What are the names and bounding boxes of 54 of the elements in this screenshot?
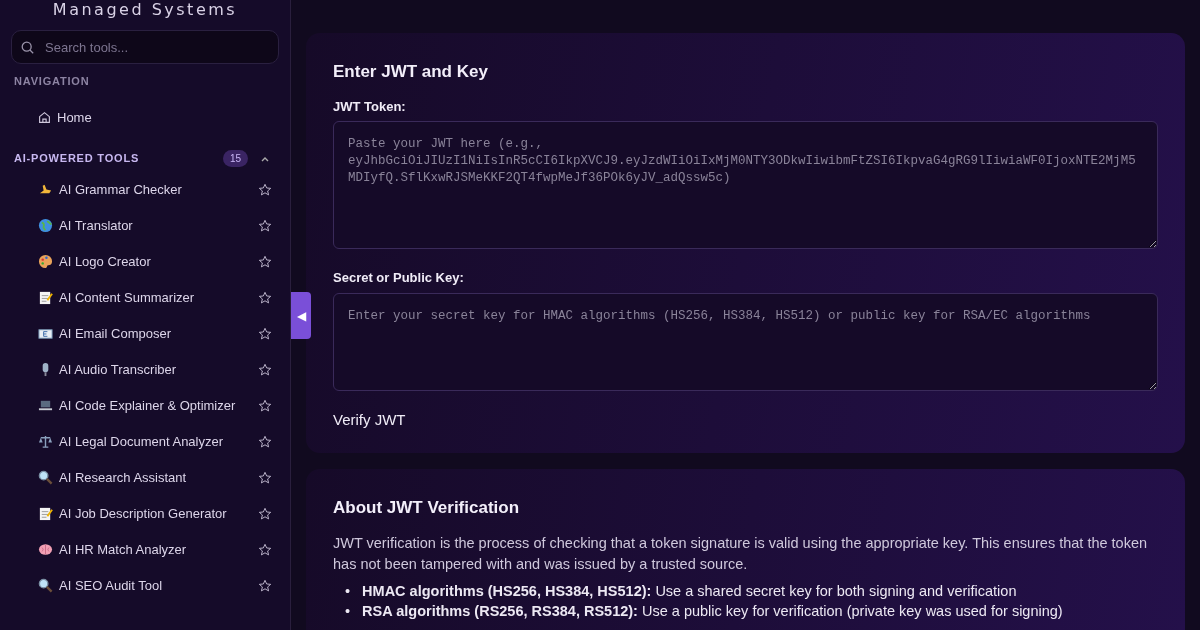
bullet-marker: • [345, 601, 351, 621]
memo-icon [38, 506, 53, 521]
star-icon[interactable] [258, 182, 272, 197]
sidebar-item[interactable]: AI Grammar Checker [11, 171, 279, 208]
sidebar-item[interactable]: AI SEO Audit Tool [11, 567, 279, 604]
verify-button[interactable]: Verify JWT [333, 408, 406, 431]
home-icon [38, 111, 51, 124]
envelope-icon [38, 326, 53, 341]
magnifier-icon [38, 578, 53, 593]
star-icon[interactable] [258, 506, 272, 521]
sidebar-item[interactable]: AI Research Assistant [11, 459, 279, 496]
sidebar-item[interactable]: AI Content Summarizer [11, 279, 279, 316]
section-heading: AI-POWERED TOOLS [14, 151, 140, 167]
sidebar-item[interactable]: AI Job Description Generator [11, 495, 279, 532]
search-field[interactable]: Search tools... [11, 30, 279, 64]
field-label: Secret or Public Key: [333, 269, 465, 287]
section-heading: NAVIGATION [13, 74, 91, 89]
star-icon[interactable] [258, 542, 272, 557]
card-title: About JWT Verification [333, 497, 521, 519]
scales-icon [38, 434, 53, 449]
description-text: JWT verification is the process of checking that a token signature is valid using the appropriate key. This ensures that the token has not been tampered with and was issued by a trusted source. [333, 533, 1149, 574]
star-icon[interactable] [258, 362, 272, 377]
star-icon[interactable] [258, 470, 272, 485]
sidebar-toggle-button[interactable]: ◀ [291, 292, 311, 339]
star-icon[interactable] [258, 254, 272, 269]
memo-icon [38, 290, 53, 305]
field-label: JWT Token: [333, 97, 407, 116]
brain-icon [38, 542, 53, 557]
star-icon[interactable] [258, 578, 272, 593]
count-badge: 15 [222, 150, 248, 167]
nav-link[interactable]: Home [11, 99, 279, 136]
star-icon[interactable] [258, 398, 272, 413]
sidebar-item[interactable]: AI Translator [11, 207, 279, 244]
laptop-icon [38, 398, 53, 413]
key-field[interactable]: Enter your secret key for HMAC algorithms (HS256, HS384, HS512) or public key for RSA/EC algorithms [333, 292, 1158, 391]
sidebar-item[interactable]: AI HR Match Analyzer [11, 531, 279, 568]
sidebar-item[interactable]: AI Code Explainer & Optimizer [11, 387, 279, 424]
palette-icon [38, 254, 53, 269]
bullet-marker: • [345, 581, 351, 601]
star-icon[interactable] [258, 290, 272, 305]
star-icon[interactable] [258, 218, 272, 233]
brand-name: Managed Systems [51, 0, 239, 21]
sidebar-item[interactable]: AI Audio Transcriber [11, 351, 279, 388]
list-item: RSA algorithms (RS256, RS384, RS512): Use a public key for verification (private key was used for signing) [362, 601, 1063, 621]
sidebar-item[interactable]: AI Legal Document Analyzer [11, 423, 279, 460]
list-item: HMAC algorithms (HS256, HS384, HS512): Use a shared secret key for both signing and verification [362, 581, 1017, 601]
card-title: Enter JWT and Key [333, 61, 489, 83]
magnifier-icon [38, 470, 53, 485]
star-icon[interactable] [258, 326, 272, 341]
sidebar-item[interactable]: AI Logo Creator [11, 243, 279, 280]
globe-icon [38, 218, 53, 233]
star-icon[interactable] [258, 434, 272, 449]
sidebar-item[interactable]: AI Email Composer [11, 315, 279, 352]
jwt-token-field[interactable]: Paste your JWT here (e.g., eyJhbGciOiJIUzI1NiIsInR5cCI6IkpXVCJ9.eyJzdWIiOiIxMjM0NTY3ODkwIiwibmFtZSI6IkpvaG4gRG9lIiwiaWF0IjoxNTE2MjM5MDIyfQ.SflKxwRJSMeKKF2QT4fwpMeJf36POk6yJV_adQssw5c) [333, 121, 1158, 249]
